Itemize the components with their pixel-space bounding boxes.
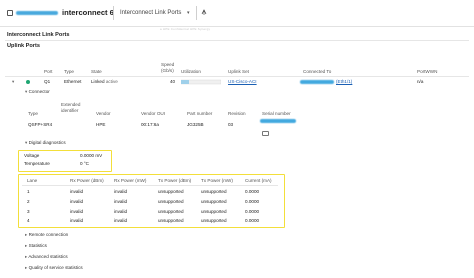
- state-suffix: active: [105, 79, 118, 84]
- top-bar: interconnect 6 Interconnect Link Ports ▾: [0, 0, 474, 27]
- lanes-col-tx-mw: Tx Power (mW): [201, 178, 233, 183]
- row-port-wwn: n/a: [417, 79, 424, 84]
- divider: [196, 6, 197, 20]
- col-port: Port: [44, 69, 53, 74]
- advanced-statistics-toggle[interactable]: ▸ Advanced statistics: [25, 254, 68, 260]
- divider: [113, 6, 114, 20]
- lane-1-rx-mw: invalid: [114, 189, 128, 194]
- redacted-enclosure-name: [16, 11, 58, 15]
- lanes-col-current: Current (mA): [245, 178, 272, 183]
- lane-4-rx-mw: invalid: [114, 218, 128, 223]
- connector-type: QSFP+SR4: [28, 122, 53, 127]
- lane-2-current: 0.0000: [245, 199, 260, 204]
- digital-diagnostics-label: Digital diagnostics: [28, 140, 66, 145]
- lane-3-id: 3: [27, 209, 30, 214]
- lane-2-rx-mw: invalid: [114, 199, 128, 204]
- lane-3-rx-dbm: invalid: [70, 209, 84, 214]
- col-state: State: [91, 69, 102, 74]
- qos-statistics-label: Quality of service statistics: [28, 265, 83, 270]
- view-selector-label[interactable]: Interconnect Link Ports: [120, 10, 181, 16]
- connector-col-revision: Revision: [228, 111, 246, 116]
- col-type: Type: [64, 69, 74, 74]
- col-utilization: Utilization: [181, 69, 201, 74]
- lane-4-current: 0.0000: [245, 218, 260, 223]
- row-type: Ethernet: [64, 79, 82, 84]
- lane-3-current: 0.0000: [245, 209, 260, 214]
- lane-3-tx-mw: unsupported: [201, 209, 227, 214]
- lane-4-rx-dbm: invalid: [70, 218, 84, 223]
- lane-1-tx-dbm: unsupported: [158, 189, 184, 194]
- redacted-serial-number: [260, 119, 296, 123]
- connector-label: Connector: [28, 89, 50, 94]
- connector-col-serial: Serial number: [262, 111, 291, 116]
- connector-vendor: HPE: [96, 122, 106, 127]
- lane-4-tx-mw: unsupported: [201, 218, 227, 223]
- digital-diagnostics-toggle[interactable]: ▾ Digital diagnostics: [25, 140, 66, 146]
- col-connected-to: Connected To: [303, 69, 332, 74]
- copy-icon[interactable]: [262, 131, 269, 136]
- connector-col-extended-id: Extended identifier: [61, 102, 81, 113]
- temperature-label: Temperature: [24, 161, 50, 166]
- statistics-toggle[interactable]: ▸ Statistics: [25, 243, 47, 249]
- voltage-value: 0.0000 mV: [80, 153, 103, 158]
- connector-col-vendor-oui: Vendor OUI: [141, 111, 166, 116]
- lane-4-tx-dbm: unsupported: [158, 218, 184, 223]
- remote-connection-toggle[interactable]: ▸ Remote connection: [25, 232, 68, 238]
- lane-1-current: 0.0000: [245, 189, 260, 194]
- connector-revision: 03: [228, 122, 234, 127]
- col-speed: Speed (Gb/s): [161, 62, 175, 73]
- lane-1-rx-dbm: invalid: [70, 189, 84, 194]
- col-uplink-set: Uplink Set: [228, 69, 249, 74]
- lane-3-rx-mw: invalid: [114, 209, 128, 214]
- lane-1-id: 1: [27, 189, 30, 194]
- connected-to-link[interactable]: (Eth1/1): [336, 79, 352, 84]
- uplink-set-link[interactable]: US-Cisco-ACI: [228, 79, 257, 84]
- lanes-col-rx-dbm: Rx Power (dBm): [70, 178, 104, 183]
- advanced-statistics-label: Advanced statistics: [28, 254, 68, 259]
- expand-row-icon[interactable]: ▾: [12, 79, 14, 85]
- row-state: Linked active: [91, 79, 118, 84]
- row-speed: 40: [170, 79, 176, 84]
- link-refresh-icon[interactable]: [201, 8, 207, 18]
- status-ok-icon: [26, 80, 30, 84]
- lane-3-tx-dbm: unsupported: [158, 209, 184, 214]
- connector-col-vendor: Vendor: [96, 111, 111, 116]
- lane-2-rx-dbm: invalid: [70, 199, 84, 204]
- state-label: Linked: [91, 79, 105, 84]
- lane-2-id: 2: [27, 199, 30, 204]
- connector-part-number: JG325B: [187, 122, 204, 127]
- lane-2-tx-dbm: unsupported: [158, 199, 184, 204]
- redacted-connected-device: [300, 80, 334, 84]
- connector-col-part-number: Part number: [187, 111, 213, 116]
- watermark-text: a HPE Confidential HPE Synergy: [160, 27, 211, 31]
- chevron-down-icon[interactable]: ▾: [187, 10, 190, 16]
- page-title: Interconnect Link Ports: [7, 32, 70, 38]
- connector-toggle[interactable]: ▾ Connector: [25, 89, 50, 95]
- section-title: Uplink Ports: [7, 43, 40, 49]
- lanes-col-lane: Lane: [27, 178, 38, 183]
- connector-vendor-oui: 00:17:6a: [141, 122, 159, 127]
- utilization-bar: [181, 79, 221, 85]
- lane-1-tx-mw: unsupported: [201, 189, 227, 194]
- row-port: Q1: [44, 79, 51, 84]
- connector-col-type: Type: [28, 111, 38, 116]
- select-checkbox[interactable]: [7, 10, 13, 16]
- divider: [22, 185, 278, 186]
- lane-2-tx-mw: unsupported: [201, 199, 227, 204]
- lanes-col-tx-dbm: Tx Power (dBm): [158, 178, 192, 183]
- col-port-wwn: PortWWN: [417, 69, 438, 74]
- qos-statistics-toggle[interactable]: ▸ Quality of service statistics: [25, 265, 83, 271]
- voltage-label: Voltage: [24, 153, 40, 158]
- lane-4-id: 4: [27, 218, 30, 223]
- lanes-col-rx-mw: Rx Power (mW): [114, 178, 147, 183]
- statistics-label: Statistics: [28, 243, 47, 248]
- remote-connection-label: Remote connection: [28, 232, 69, 237]
- temperature-value: 0 °C: [80, 161, 89, 166]
- divider: [5, 76, 469, 77]
- divider: [5, 40, 469, 41]
- interconnect-title: interconnect 6: [62, 8, 114, 17]
